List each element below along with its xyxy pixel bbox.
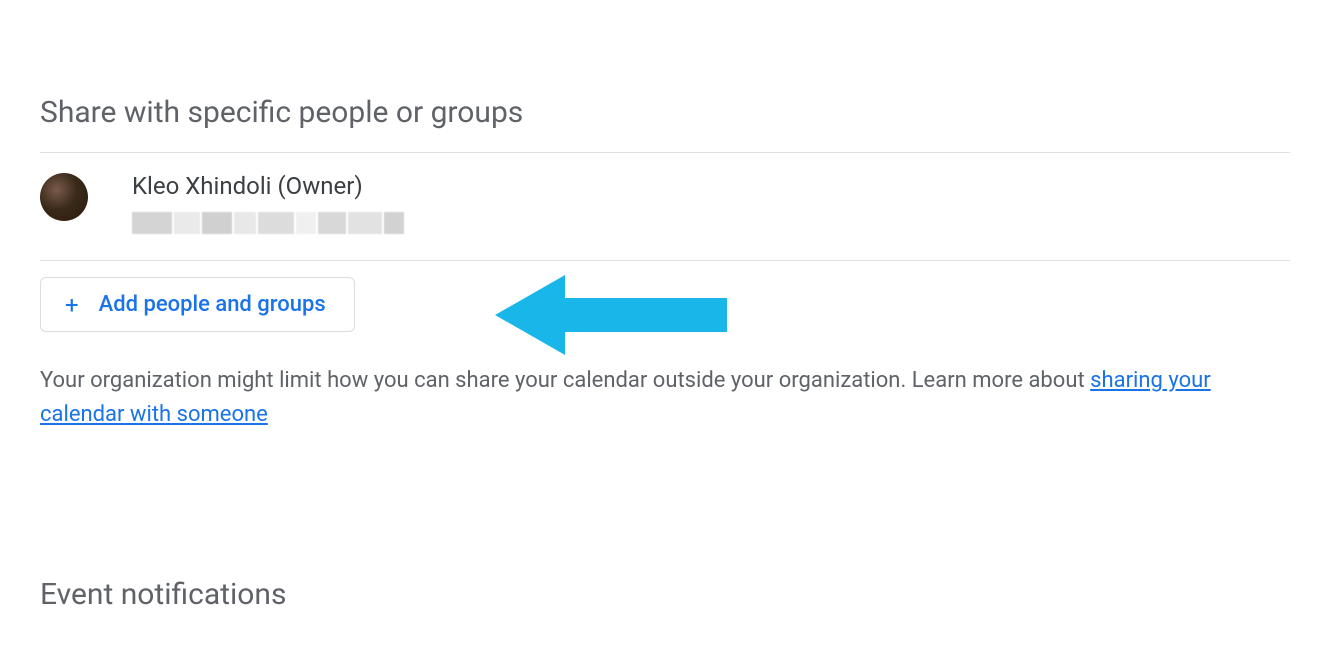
divider bbox=[40, 260, 1290, 261]
share-section-title: Share with specific people or groups bbox=[40, 95, 1290, 130]
helper-text-prefix: Your organization might limit how you ca… bbox=[40, 368, 1090, 393]
arrow-annotation-icon bbox=[495, 270, 735, 360]
avatar bbox=[40, 173, 88, 221]
add-people-label: Add people and groups bbox=[99, 292, 326, 317]
person-email-redacted bbox=[132, 212, 422, 240]
plus-icon: + bbox=[65, 293, 79, 317]
person-row: Kleo Xhindoli (Owner) bbox=[40, 153, 1290, 260]
add-people-button[interactable]: + Add people and groups bbox=[40, 277, 355, 332]
helper-text: Your organization might limit how you ca… bbox=[40, 364, 1290, 432]
person-info: Kleo Xhindoli (Owner) bbox=[132, 171, 422, 240]
person-name: Kleo Xhindoli (Owner) bbox=[132, 171, 422, 202]
notifications-section-title: Event notifications bbox=[40, 577, 1290, 612]
